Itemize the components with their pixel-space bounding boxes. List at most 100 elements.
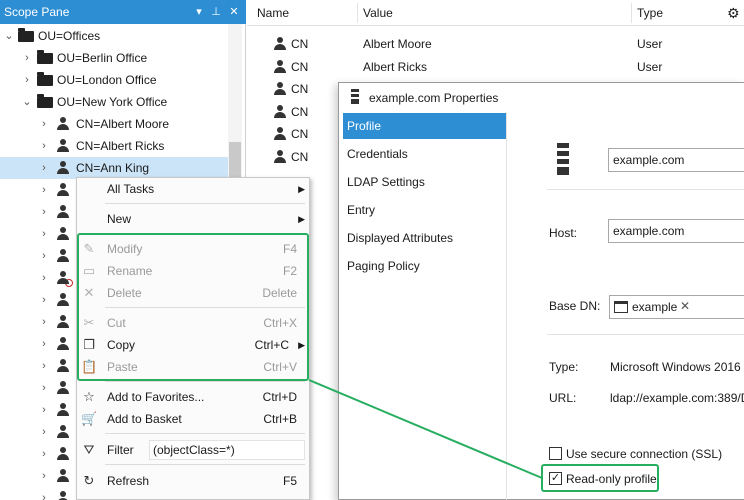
user-icon xyxy=(57,249,69,263)
rename-icon: ▭ xyxy=(82,263,96,278)
menu-item-copy[interactable]: ❐ Copy Ctrl+C ▶ xyxy=(77,334,309,356)
dialog-title: example.com Properties xyxy=(369,91,499,105)
expand-icon[interactable]: › xyxy=(38,377,50,399)
properties-dialog: example.com Properties Profile Credentia… xyxy=(338,82,744,500)
expand-icon[interactable]: › xyxy=(38,443,50,465)
tree-item-ann-king[interactable]: › CN=Ann King xyxy=(0,157,228,179)
cell-name: CN xyxy=(291,104,309,119)
expand-icon[interactable]: › xyxy=(38,421,50,443)
user-icon xyxy=(57,183,69,197)
expand-icon[interactable]: › xyxy=(38,399,50,421)
pin-icon[interactable]: ⊥ xyxy=(209,4,223,20)
column-divider[interactable] xyxy=(357,3,358,23)
scope-pane-title: Scope Pane xyxy=(4,5,70,19)
expand-icon[interactable]: › xyxy=(38,135,50,157)
cell-type: User xyxy=(637,37,663,51)
section-divider xyxy=(547,189,744,190)
tree-item-label: OU=New York Office xyxy=(57,95,168,109)
menu-item-cut[interactable]: ✂ Cut Ctrl+X xyxy=(77,312,309,334)
nav-item-displayed-attributes[interactable]: Displayed Attributes xyxy=(343,225,506,251)
tree-item-label: CN=Albert Moore xyxy=(76,117,170,131)
expand-icon[interactable]: › xyxy=(38,333,50,355)
column-divider[interactable] xyxy=(631,3,632,23)
readonly-checkbox[interactable]: ✓ xyxy=(549,472,562,485)
remove-token-icon[interactable]: ✕ xyxy=(680,299,690,313)
column-header-type[interactable]: Type xyxy=(637,0,663,26)
base-dn-field[interactable]: example ✕ xyxy=(609,295,744,319)
menu-separator xyxy=(105,433,305,434)
collapse-icon[interactable]: ⌄ xyxy=(3,25,15,47)
expand-icon[interactable]: › xyxy=(38,113,50,135)
expand-icon[interactable]: › xyxy=(21,47,33,69)
ssl-checkbox[interactable] xyxy=(549,447,562,460)
collapse-icon[interactable]: ⌄ xyxy=(21,91,33,113)
tree-item-albert-moore[interactable]: › CN=Albert Moore xyxy=(0,113,228,135)
close-icon[interactable]: ✕ xyxy=(227,4,241,20)
menu-item-add-to-basket[interactable]: 🛒 Add to Basket Ctrl+B xyxy=(77,408,309,430)
user-icon xyxy=(57,447,69,461)
expand-icon[interactable]: › xyxy=(38,157,50,179)
clock-badge-icon xyxy=(65,279,73,287)
expand-icon[interactable]: › xyxy=(38,311,50,333)
expand-icon[interactable]: › xyxy=(21,69,33,91)
tree-item-albert-ricks[interactable]: › CN=Albert Ricks xyxy=(0,135,228,157)
expand-icon[interactable]: › xyxy=(38,245,50,267)
nav-item-credentials[interactable]: Credentials xyxy=(343,141,506,167)
user-icon xyxy=(274,82,286,96)
gear-icon[interactable]: ⚙ xyxy=(727,0,740,26)
menu-item-delete[interactable]: ✕ Delete Delete xyxy=(77,282,309,304)
dialog-nav: Profile Credentials LDAP Settings Entry … xyxy=(343,113,507,500)
cell-value: Albert Ricks xyxy=(363,59,428,74)
column-header-name[interactable]: Name xyxy=(257,0,289,26)
folder-icon xyxy=(37,50,53,64)
tree-item-berlin-office[interactable]: › OU=Berlin Office xyxy=(0,47,228,69)
menu-item-refresh[interactable]: ↻ Refresh F5 xyxy=(77,470,309,492)
filter-input[interactable] xyxy=(149,440,305,460)
table-row[interactable]: CN Albert Moore User xyxy=(247,33,744,55)
menu-separator xyxy=(105,381,305,382)
expand-icon[interactable]: › xyxy=(38,487,50,500)
menu-item-all-tasks[interactable]: All Tasks ▶ xyxy=(77,178,309,200)
expand-icon[interactable]: › xyxy=(38,223,50,245)
menu-item-paste[interactable]: 📋 Paste Ctrl+V xyxy=(77,356,309,378)
basket-icon: 🛒 xyxy=(81,411,98,426)
tree-item-label: OU=Offices xyxy=(38,29,101,43)
user-icon xyxy=(274,149,286,164)
dropdown-icon[interactable]: ▾ xyxy=(192,4,206,20)
folder-icon xyxy=(37,94,53,108)
expand-icon[interactable]: › xyxy=(38,267,50,289)
menu-item-new[interactable]: New ▶ xyxy=(77,208,309,230)
refresh-icon: ↻ xyxy=(83,473,95,488)
profile-name-field[interactable] xyxy=(608,148,744,172)
url-value: ldap://example.com:389/DC xyxy=(610,391,744,405)
nav-item-ldap-settings[interactable]: LDAP Settings xyxy=(343,169,506,195)
expand-icon[interactable]: › xyxy=(38,179,50,201)
menu-item-add-to-favorites[interactable]: ☆ Add to Favorites... Ctrl+D xyxy=(77,386,309,408)
folder-icon xyxy=(37,72,53,86)
expand-icon[interactable]: › xyxy=(38,465,50,487)
column-header-value[interactable]: Value xyxy=(363,0,393,26)
filter-icon: ⛛ xyxy=(83,442,95,457)
user-icon xyxy=(274,59,286,74)
expand-icon[interactable]: › xyxy=(38,289,50,311)
expand-icon[interactable]: › xyxy=(38,355,50,377)
tree-item-new-york-office[interactable]: ⌄ OU=New York Office xyxy=(0,91,228,113)
menu-item-modify[interactable]: ✎ Modify F4 xyxy=(77,238,309,260)
nav-item-paging-policy[interactable]: Paging Policy xyxy=(343,253,506,279)
tree-item-london-office[interactable]: › OU=London Office xyxy=(0,69,228,91)
menu-item-rename[interactable]: ▭ Rename F2 xyxy=(77,260,309,282)
delete-x-icon: ✕ xyxy=(83,285,95,300)
context-menu: All Tasks ▶ New ▶ ✎ Modify F4 ▭ Rename F… xyxy=(76,177,310,500)
submenu-arrow-icon: ▶ xyxy=(298,214,305,224)
server-icon xyxy=(557,143,569,175)
submenu-arrow-icon: ▶ xyxy=(298,340,305,350)
host-field[interactable] xyxy=(608,219,744,243)
tree-item-offices[interactable]: ⌄ OU=Offices xyxy=(0,25,228,47)
nav-item-entry[interactable]: Entry xyxy=(343,197,506,223)
nav-item-profile[interactable]: Profile xyxy=(343,113,506,139)
table-row[interactable]: CN Albert Ricks User xyxy=(247,56,744,78)
user-icon xyxy=(57,117,69,131)
expand-icon[interactable]: › xyxy=(38,201,50,223)
section-divider xyxy=(547,334,744,335)
user-icon xyxy=(274,37,286,51)
